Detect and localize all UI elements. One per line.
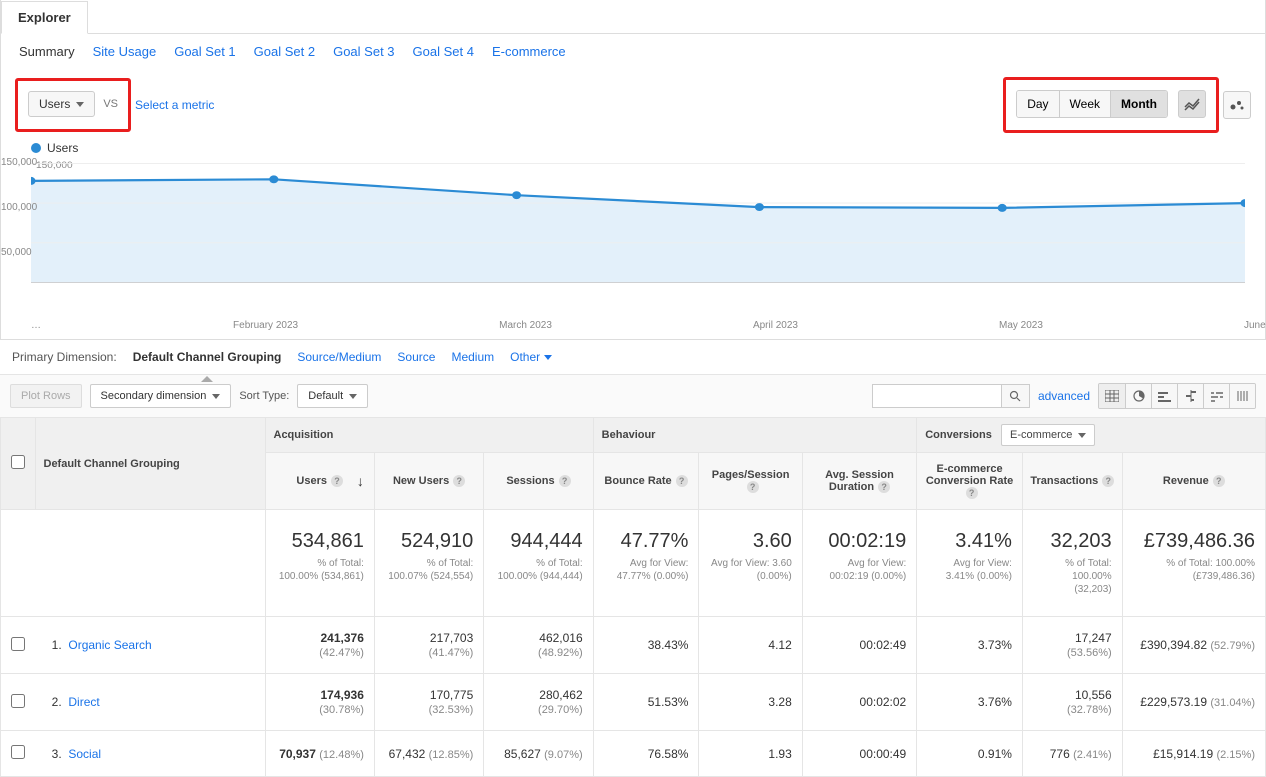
- row-checkbox[interactable]: [11, 745, 25, 759]
- select-all-checkbox[interactable]: [11, 455, 25, 469]
- caret-down-icon: [76, 102, 84, 107]
- line-chart: 100,000 100,000 150,000 100,000 … Februa…: [1, 159, 1265, 339]
- conversions-select[interactable]: E-commerce: [1001, 424, 1095, 446]
- row-index: 2.: [52, 695, 62, 709]
- subnav-goal4[interactable]: Goal Set 4: [413, 44, 474, 59]
- view-pivot-icon[interactable]: [1229, 384, 1255, 408]
- line-chart-icon[interactable]: [1178, 90, 1206, 118]
- view-cloud-icon[interactable]: [1203, 384, 1229, 408]
- secondary-dimension-button[interactable]: Secondary dimension: [90, 384, 232, 408]
- row-index: 3.: [52, 747, 62, 761]
- tab-explorer[interactable]: Explorer: [1, 1, 88, 34]
- sort-type-button[interactable]: Default: [297, 384, 368, 408]
- group-acquisition: Acquisition: [265, 418, 593, 453]
- xtick-1: February 2023: [233, 320, 298, 331]
- row-link[interactable]: Organic Search: [68, 638, 151, 652]
- header-sessions[interactable]: Sessions: [484, 453, 593, 510]
- ytick-label-100k: 100,000: [1, 202, 37, 213]
- row-link[interactable]: Direct: [68, 695, 99, 709]
- xtick-0: …: [31, 320, 32, 331]
- xtick-2: March 2023: [499, 320, 552, 331]
- vs-label: VS: [103, 98, 118, 110]
- sort-arrow-icon: ↓: [357, 473, 364, 489]
- sub-nav: Summary Site Usage Goal Set 1 Goal Set 2…: [1, 34, 1265, 69]
- legend-dot-icon: [31, 143, 41, 153]
- sort-type-label: Sort Type:: [239, 390, 289, 402]
- header-pages-session[interactable]: Pages/Session: [699, 453, 802, 510]
- row-checkbox[interactable]: [11, 637, 25, 651]
- ytick-label-150k: 150,000: [1, 157, 37, 168]
- group-behaviour: Behaviour: [593, 418, 917, 453]
- header-conv-rate[interactable]: E-commerce Conversion Rate: [917, 453, 1023, 510]
- granularity-highlight-box: Day Week Month: [1003, 77, 1219, 133]
- tab-bar: Explorer: [1, 0, 1265, 34]
- header-users[interactable]: Users↓: [265, 453, 374, 510]
- group-conversions: Conversions E-commerce: [917, 418, 1266, 453]
- row-checkbox[interactable]: [11, 694, 25, 708]
- subnav-site-usage[interactable]: Site Usage: [93, 44, 157, 59]
- header-avg-duration[interactable]: Avg. Session Duration: [802, 453, 916, 510]
- metric-selector-label: Users: [39, 97, 70, 111]
- header-new-users[interactable]: New Users: [374, 453, 483, 510]
- ytick-label-50k: 50,000: [1, 247, 32, 258]
- xtick-4: May 2023: [999, 320, 1043, 331]
- select-metric-link[interactable]: Select a metric: [135, 98, 214, 112]
- primary-dimension-active[interactable]: Default Channel Grouping: [133, 350, 282, 364]
- table-row: 1. Organic Search241,376 (42.47%)217,703…: [1, 617, 1266, 674]
- dim-medium[interactable]: Medium: [451, 350, 494, 364]
- granularity-day[interactable]: Day: [1017, 91, 1058, 117]
- subnav-ecommerce[interactable]: E-commerce: [492, 44, 566, 59]
- totals-row: 534,861% of Total: 100.00% (534,861) 524…: [1, 510, 1266, 617]
- primary-dimension-row: Primary Dimension: Default Channel Group…: [0, 340, 1266, 374]
- caret-down-icon: [212, 394, 220, 399]
- dim-source-medium[interactable]: Source/Medium: [297, 350, 381, 364]
- header-revenue[interactable]: Revenue: [1122, 453, 1265, 510]
- xtick-3: April 2023: [753, 320, 798, 331]
- search-icon: [1009, 390, 1021, 402]
- metric-highlight-box: Users VS: [15, 78, 131, 132]
- granularity-month[interactable]: Month: [1110, 91, 1167, 117]
- row-link[interactable]: Social: [68, 747, 101, 761]
- dim-other[interactable]: Other: [510, 350, 552, 364]
- header-transactions[interactable]: Transactions: [1022, 453, 1122, 510]
- chart-legend-label: Users: [47, 141, 78, 155]
- dim-source[interactable]: Source: [397, 350, 435, 364]
- table-row: 3. Social70,937 (12.48%)67,432 (12.85%)8…: [1, 731, 1266, 777]
- advanced-link[interactable]: advanced: [1038, 389, 1090, 403]
- view-bar-icon[interactable]: [1151, 384, 1177, 408]
- granularity-week[interactable]: Week: [1059, 91, 1110, 117]
- plot-rows-button: Plot Rows: [10, 384, 82, 408]
- data-table: Default Channel Grouping Acquisition Beh…: [0, 417, 1266, 777]
- search-button[interactable]: [1002, 384, 1030, 408]
- subnav-goal3[interactable]: Goal Set 3: [333, 44, 394, 59]
- caret-down-icon: [1078, 433, 1086, 438]
- view-pie-icon[interactable]: [1125, 384, 1151, 408]
- caret-down-icon: [349, 394, 357, 399]
- table-row: 2. Direct174,936 (30.78%)170,775 (32.53%…: [1, 674, 1266, 731]
- motion-chart-icon[interactable]: [1223, 91, 1251, 119]
- subnav-goal2[interactable]: Goal Set 2: [254, 44, 315, 59]
- granularity-group: Day Week Month: [1016, 90, 1168, 118]
- subnav-goal1[interactable]: Goal Set 1: [174, 44, 235, 59]
- table-controls: Plot Rows Secondary dimension Sort Type:…: [0, 374, 1266, 417]
- caret-down-icon: [544, 355, 552, 360]
- metric-selector[interactable]: Users: [28, 91, 95, 117]
- view-icons: [1098, 383, 1256, 409]
- subnav-summary[interactable]: Summary: [19, 44, 75, 59]
- view-table-icon[interactable]: [1099, 384, 1125, 408]
- row-index: 1.: [52, 638, 62, 652]
- dimension-header[interactable]: Default Channel Grouping: [35, 418, 265, 510]
- xtick-5: June…: [1244, 320, 1245, 331]
- header-bounce-rate[interactable]: Bounce Rate: [593, 453, 699, 510]
- search-input[interactable]: [872, 384, 1002, 408]
- view-comparison-icon[interactable]: [1177, 384, 1203, 408]
- primary-dimension-label: Primary Dimension:: [12, 350, 117, 364]
